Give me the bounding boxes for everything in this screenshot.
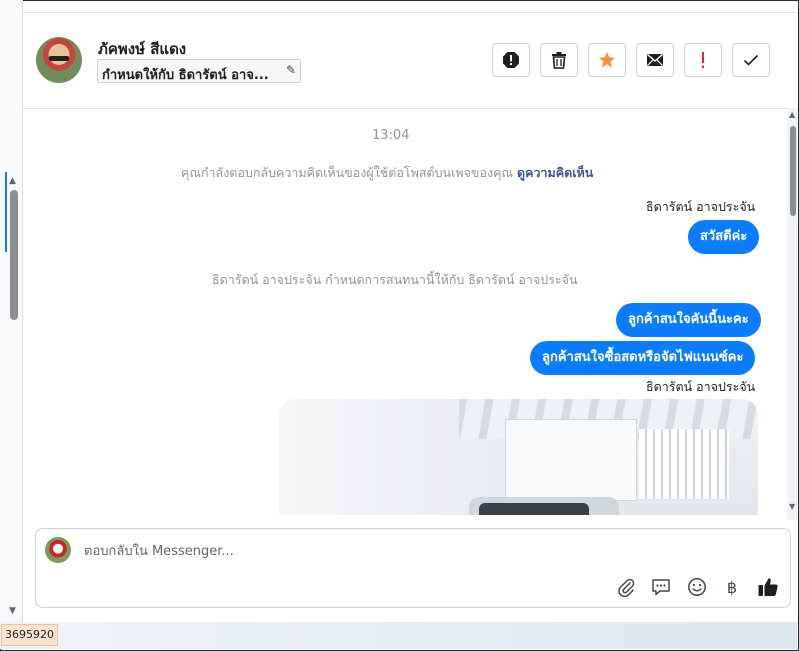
check-icon — [743, 54, 759, 66]
message-scrollbar-thumb[interactable] — [790, 126, 796, 216]
star-icon — [599, 52, 615, 68]
sender-name: ธิดารัตน์ อาจประจัน — [646, 199, 756, 214]
smiley-icon[interactable] — [685, 575, 709, 599]
conversation-header: ภัคพงษ์ สีแดง กำหนดให้กับ ธิดารัตน์ อาจ.… — [22, 13, 797, 109]
assign-label: กำหนดให้กับ ธิดารัตน์ อาจ... — [102, 68, 269, 83]
delete-button[interactable] — [540, 43, 578, 77]
exclamation-icon — [702, 52, 704, 68]
assign-notice: ธิดารัตน์ อาจประจัน กำหนดการสนทนานี้ให้ก… — [212, 272, 578, 287]
sender-name: ธิดารัตน์ อาจประจัน — [646, 379, 756, 394]
chat-bubble-icon[interactable] — [649, 575, 673, 599]
baht-icon[interactable]: ฿ — [720, 575, 744, 599]
id-tag: 3695920 — [1, 624, 58, 646]
mark-spam-button[interactable] — [492, 43, 530, 77]
message-bubble[interactable]: ลูกค้าสนใจคันนี้นะคะ — [616, 303, 761, 337]
scroll-down-arrow-icon[interactable]: ▼ — [9, 606, 16, 616]
envelope-icon — [647, 53, 663, 66]
reply-input[interactable] — [84, 541, 644, 561]
paperclip-icon[interactable] — [614, 575, 638, 599]
page-avatar — [45, 537, 71, 563]
message-bubble[interactable]: ลูกค้าสนใจซื้อสดหรือจัดไฟแนนซ์คะ — [530, 341, 756, 375]
scroll-down-arrow-icon[interactable]: ▼ — [789, 502, 795, 511]
left-scrollbar-thumb[interactable] — [10, 190, 18, 320]
reply-composer: ฿ — [35, 528, 791, 608]
system-notice-text: คุณกำลังตอบกลับความคิดเห็นของผู้ใช้ต่อโพ… — [181, 165, 514, 180]
assign-field[interactable]: กำหนดให้กับ ธิดารัตน์ อาจ... ✎ — [97, 59, 301, 83]
message-bubble[interactable]: สวัสดีค่ะ — [688, 220, 760, 254]
contact-avatar[interactable] — [36, 37, 82, 83]
system-notice: คุณกำลังตอบกลับความคิดเห็นของผู้ใช้ต่อโพ… — [181, 163, 593, 183]
scroll-up-arrow-icon[interactable]: ▲ — [789, 110, 795, 119]
alert-octagon-icon — [503, 52, 519, 68]
message-photo[interactable] — [279, 399, 758, 515]
scroll-up-arrow-icon[interactable]: ▲ — [9, 176, 16, 186]
mark-done-button[interactable] — [732, 43, 770, 77]
pencil-icon[interactable]: ✎ — [286, 63, 296, 77]
mark-important-button[interactable] — [684, 43, 722, 77]
taskbar-strip — [0, 622, 797, 649]
mark-unread-button[interactable] — [636, 43, 674, 77]
view-comment-link[interactable]: ดูความคิดเห็น — [517, 165, 593, 180]
thumbs-up-icon[interactable] — [756, 575, 780, 599]
left-panel-strip: ▲ ▼ — [0, 0, 23, 622]
star-button[interactable] — [588, 43, 626, 77]
message-timestamp: 13:04 — [372, 128, 410, 143]
trash-icon — [552, 52, 566, 69]
left-active-indicator — [5, 172, 7, 252]
contact-name[interactable]: ภัคพงษ์ สีแดง — [98, 37, 186, 61]
